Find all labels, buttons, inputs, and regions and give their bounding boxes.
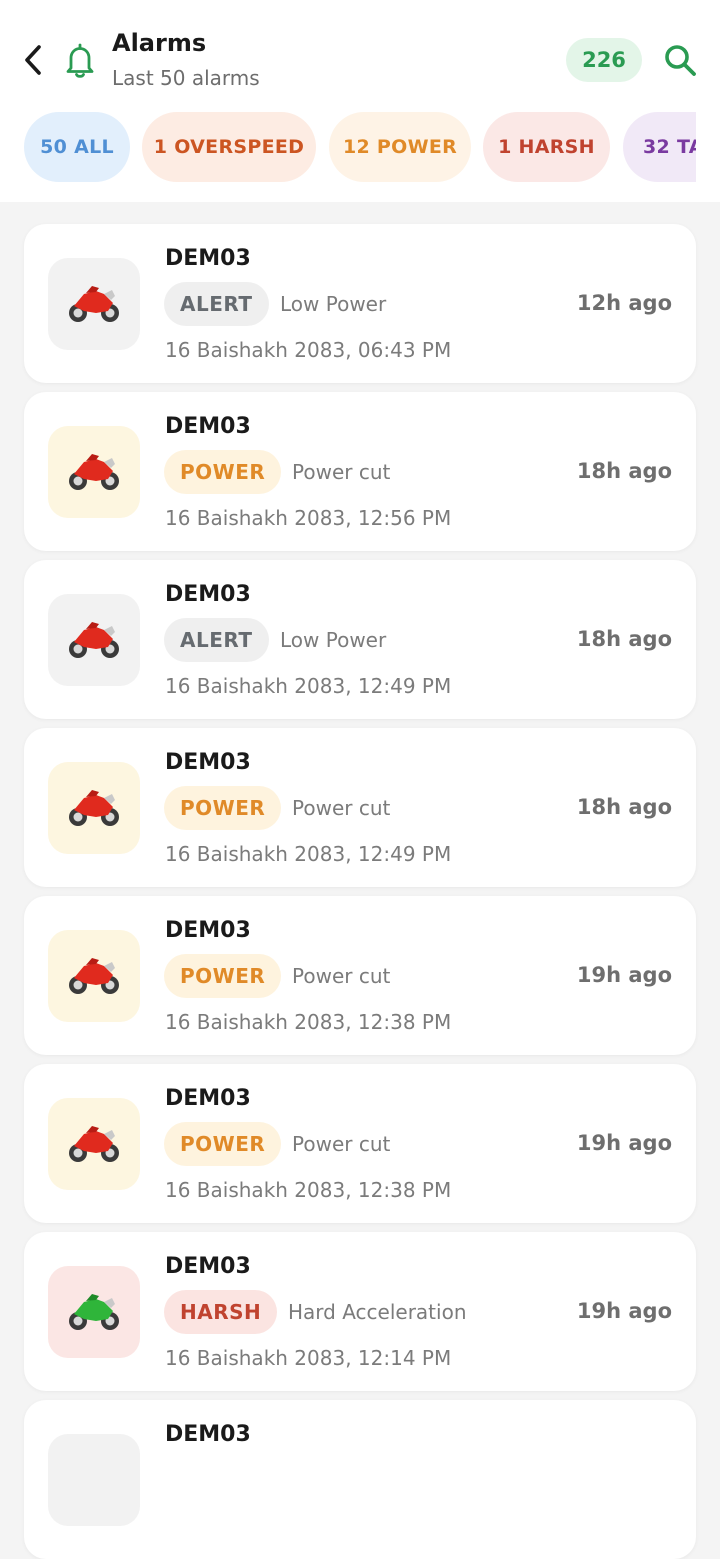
motorcycle-icon [69,286,119,322]
filter-chips: 50 ALL 1 OVERSPEED 12 POWER 1 HARSH 32 T… [0,112,696,182]
alarm-card[interactable]: DEM03 ALERT Low Power 16 Baishakh 2083, … [24,224,696,383]
vehicle-icon-box [48,1098,140,1190]
vehicle-icon-box [48,1266,140,1358]
alarm-card[interactable]: DEM03 HARSH Hard Acceleration 16 Baishak… [24,1232,696,1391]
page-subtitle: Last 50 alarms [112,66,260,90]
alarm-type-badge: POWER [164,1122,282,1166]
alarm-date: 16 Baishakh 2083, 06:43 PM [165,338,452,362]
vehicle-name: DEM03 [165,414,251,439]
vehicle-icon-box [48,594,140,686]
motorcycle-icon [69,1126,119,1162]
filter-chip-overspeed[interactable]: 1 OVERSPEED [142,112,316,182]
alarm-card[interactable]: DEM03 POWER Power cut 16 Baishakh 2083, … [24,1064,696,1223]
alarm-time-ago: 19h ago [576,1299,672,1323]
alarm-description: Low Power [280,292,387,316]
alarm-date: 16 Baishakh 2083, 12:49 PM [165,842,452,866]
alarm-time-ago: 12h ago [576,291,672,315]
alarm-description: Power cut [292,796,391,820]
motorcycle-icon [69,454,119,490]
alarm-card[interactable]: DEM03 POWER Power cut 16 Baishakh 2083, … [24,896,696,1055]
vehicle-name: DEM03 [165,1422,251,1447]
alarm-type-badge: HARSH [164,1290,278,1334]
alarm-date: 16 Baishakh 2083, 12:56 PM [165,506,452,530]
back-button[interactable] [18,40,48,80]
alarm-card[interactable]: DEM03 POWER Power cut 16 Baishakh 2083, … [24,392,696,551]
vehicle-icon-box [48,258,140,350]
alarm-date: 16 Baishakh 2083, 12:38 PM [165,1010,452,1034]
vehicle-name: DEM03 [165,246,251,271]
motorcycle-icon [69,622,119,658]
alarm-date: 16 Baishakh 2083, 12:14 PM [165,1346,452,1370]
alarm-description: Power cut [292,1132,391,1156]
alarm-card[interactable]: DEM03 ALERT Low Power 16 Baishakh 2083, … [24,560,696,719]
alarm-description: Power cut [292,460,391,484]
search-button[interactable] [662,42,698,78]
alarm-time-ago: 19h ago [576,1131,672,1155]
vehicle-name: DEM03 [165,582,251,607]
chevron-left-icon [25,45,41,75]
alarm-date: 16 Baishakh 2083, 12:38 PM [165,1178,452,1202]
alarm-card[interactable]: DEM03 [24,1400,696,1559]
filter-chip-all[interactable]: 50 ALL [24,112,130,182]
motorcycle-icon [69,1294,119,1330]
vehicle-name: DEM03 [165,918,251,943]
motorcycle-icon [69,958,119,994]
alarm-date: 16 Baishakh 2083, 12:49 PM [165,674,452,698]
alarm-type-badge: POWER [164,450,282,494]
alarm-time-ago: 18h ago [576,459,672,483]
alarm-time-ago: 18h ago [576,795,672,819]
vehicle-name: DEM03 [165,750,251,775]
alarm-description: Low Power [280,628,387,652]
motorcycle-icon [69,790,119,826]
vehicle-name: DEM03 [165,1254,251,1279]
bell-icon [62,42,98,80]
vehicle-icon-box [48,930,140,1022]
vehicle-icon-box [48,426,140,518]
page-title: Alarms [112,29,207,57]
alarm-time-ago: 18h ago [576,627,672,651]
alarm-description: Hard Acceleration [288,1300,467,1324]
filter-chip-harsh[interactable]: 1 HARSH [483,112,610,182]
filter-chip-power[interactable]: 12 POWER [329,112,471,182]
alarm-type-badge: POWER [164,786,282,830]
alarm-time-ago: 19h ago [576,963,672,987]
alarm-type-badge: ALERT [164,282,269,326]
alarm-card[interactable]: DEM03 POWER Power cut 16 Baishakh 2083, … [24,728,696,887]
alarm-type-badge: ALERT [164,618,269,662]
alarm-description: Power cut [292,964,391,988]
alarm-count-badge: 226 [566,38,642,82]
vehicle-name: DEM03 [165,1086,251,1111]
vehicle-icon-box [48,762,140,854]
app-header: Alarms Last 50 alarms 226 50 ALL 1 OVERS… [0,0,720,202]
alarm-type-badge: POWER [164,954,282,998]
search-icon [665,45,696,76]
filter-chip-tamper[interactable]: 32 TA [623,112,696,182]
